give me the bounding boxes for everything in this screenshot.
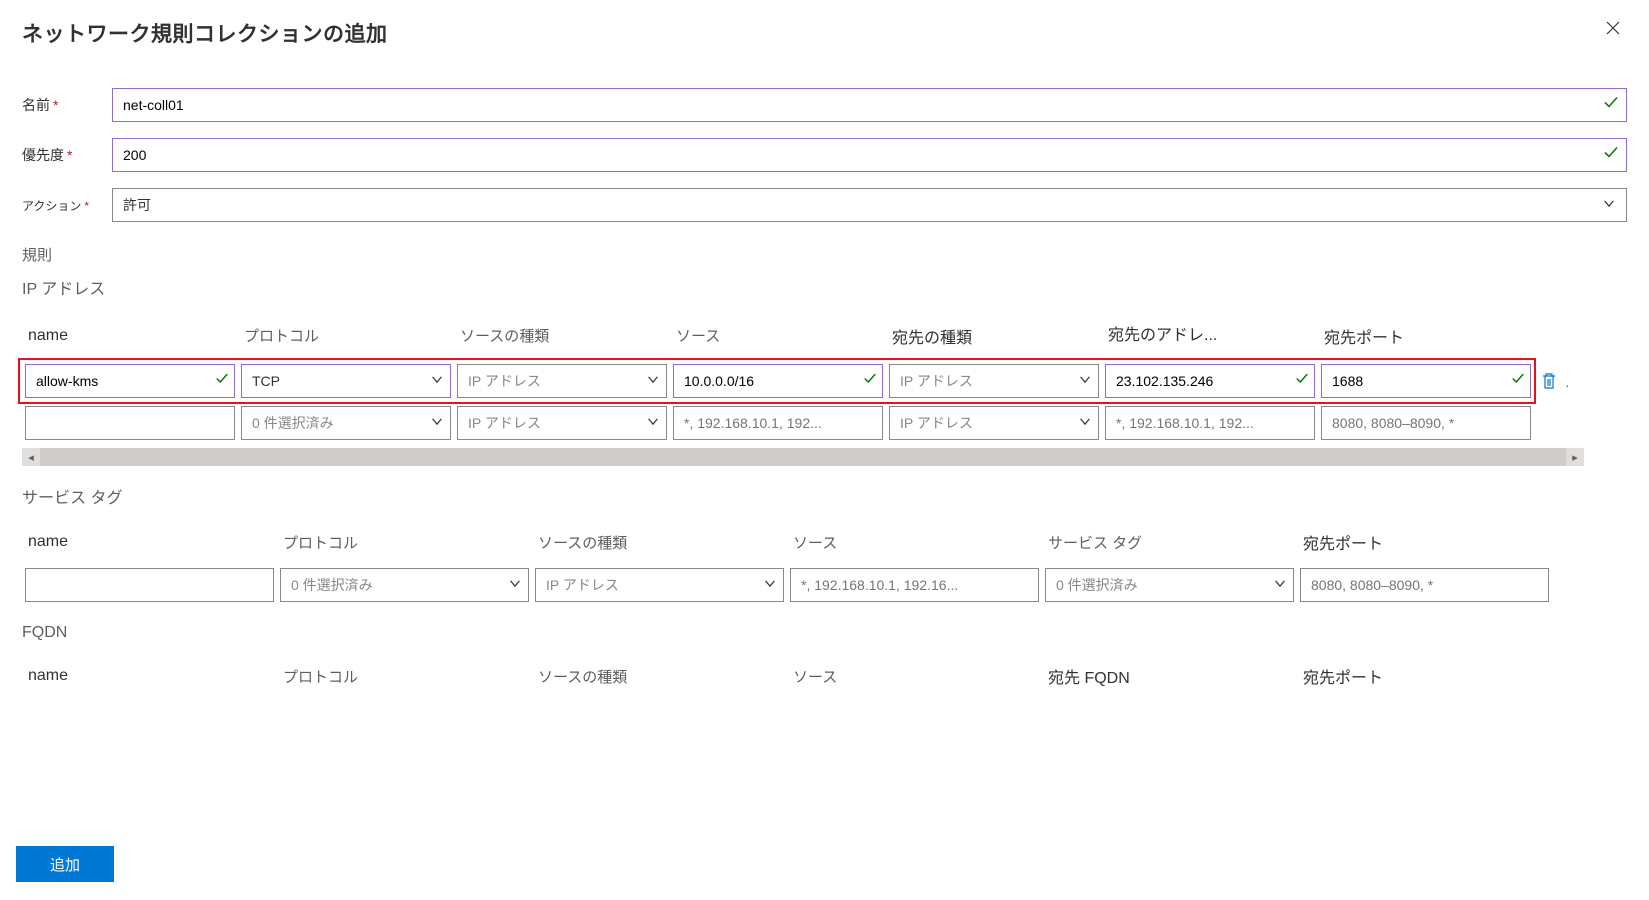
ip-row1-source-type-select[interactable]: IP アドレス	[457, 364, 667, 398]
fqdn-col-dest-port: 宛先ポート	[1297, 658, 1552, 698]
ip-rule-row: TCP IP アドレス IP アドレス ·	[22, 360, 1584, 402]
close-icon[interactable]	[1599, 18, 1627, 41]
svctag-source-type-select[interactable]: IP アドレス	[535, 568, 784, 602]
svctag-col-source: ソース	[787, 524, 1042, 564]
svctag-col-service-tag: サービス タグ	[1042, 524, 1297, 564]
svctag-col-source-type: ソースの種類	[532, 524, 787, 564]
ip-row2-dest-addr-input[interactable]	[1105, 406, 1315, 440]
scroll-right-icon[interactable]: ▸	[1566, 448, 1584, 466]
horizontal-scrollbar[interactable]: ◂ ▸	[22, 448, 1584, 466]
ip-row1-protocol-select[interactable]: TCP	[241, 364, 451, 398]
ip-row1-source-input[interactable]	[673, 364, 883, 398]
action-select[interactable]: 許可	[112, 188, 1627, 222]
chevron-down-icon	[646, 415, 660, 432]
fqdn-col-dest-fqdn: 宛先 FQDN	[1042, 658, 1297, 698]
action-label: アクション*	[22, 197, 112, 214]
svctag-col-dest-port: 宛先ポート	[1297, 524, 1552, 564]
panel-title: ネットワーク規則コレクションの追加	[22, 18, 388, 48]
ip-row2-dest-type-select[interactable]: IP アドレス	[889, 406, 1099, 440]
fqdn-col-source: ソース	[787, 658, 1042, 698]
ip-row2-dest-port-input[interactable]	[1321, 406, 1531, 440]
ip-row1-name-input[interactable]	[25, 364, 235, 398]
svctag-protocol-select[interactable]: 0 件選択済み	[280, 568, 529, 602]
chevron-down-icon	[1602, 197, 1616, 214]
chevron-down-icon	[1078, 373, 1092, 390]
ip-row1-dest-port-input[interactable]	[1321, 364, 1531, 398]
add-button[interactable]: 追加	[16, 846, 114, 882]
ip-col-dest-type: 宛先の種類	[886, 315, 1102, 360]
ip-row2-source-input[interactable]	[673, 406, 883, 440]
svctag-dest-port-input[interactable]	[1300, 568, 1549, 602]
ip-col-source: ソース	[670, 315, 886, 360]
priority-label: 優先度*	[22, 145, 112, 165]
fqdn-col-protocol: プロトコル	[277, 658, 532, 698]
ip-row1-dest-addr-input[interactable]	[1105, 364, 1315, 398]
scroll-left-icon[interactable]: ◂	[22, 448, 40, 466]
ip-section-heading: IP アドレス	[22, 275, 1627, 299]
fqdn-col-name: name	[22, 658, 277, 698]
chevron-down-icon	[508, 577, 522, 594]
ip-row2-source-type-select[interactable]: IP アドレス	[457, 406, 667, 440]
chevron-down-icon	[430, 415, 444, 432]
svctag-rule-row: 0 件選択済み IP アドレス 0 件選択済み	[22, 564, 1552, 606]
chevron-down-icon	[1078, 415, 1092, 432]
svctag-service-tag-select[interactable]: 0 件選択済み	[1045, 568, 1294, 602]
svctag-section-heading: サービス タグ	[22, 484, 1627, 508]
ip-col-protocol: プロトコル	[238, 315, 454, 360]
name-input[interactable]	[112, 88, 1627, 122]
chevron-down-icon	[763, 577, 777, 594]
chevron-down-icon	[430, 373, 444, 390]
name-label: 名前*	[22, 95, 112, 115]
scroll-track[interactable]	[40, 448, 1566, 466]
svctag-name-input[interactable]	[25, 568, 274, 602]
rules-section-label: 規則	[22, 244, 1627, 265]
delete-icon[interactable]	[1537, 369, 1561, 393]
svctag-source-input[interactable]	[790, 568, 1039, 602]
ip-row2-protocol-select[interactable]: 0 件選択済み	[241, 406, 451, 440]
ip-row1-dest-type-select[interactable]: IP アドレス	[889, 364, 1099, 398]
ip-row2-name-input[interactable]	[25, 406, 235, 440]
priority-input[interactable]	[112, 138, 1627, 172]
ip-col-dest-port: 宛先ポート	[1318, 315, 1534, 360]
svctag-col-protocol: プロトコル	[277, 524, 532, 564]
more-icon[interactable]: ·	[1561, 377, 1570, 393]
chevron-down-icon	[1273, 577, 1287, 594]
ip-col-dest-addr: 宛先のアドレ...	[1102, 315, 1318, 360]
fqdn-col-source-type: ソースの種類	[532, 658, 787, 698]
chevron-down-icon	[646, 373, 660, 390]
fqdn-section-heading: FQDN	[22, 624, 1627, 642]
svctag-col-name: name	[22, 524, 277, 564]
ip-col-name: name	[22, 315, 238, 360]
ip-rule-row: 0 件選択済み IP アドレス IP アドレス	[22, 402, 1584, 444]
ip-col-source-type: ソースの種類	[454, 315, 670, 360]
